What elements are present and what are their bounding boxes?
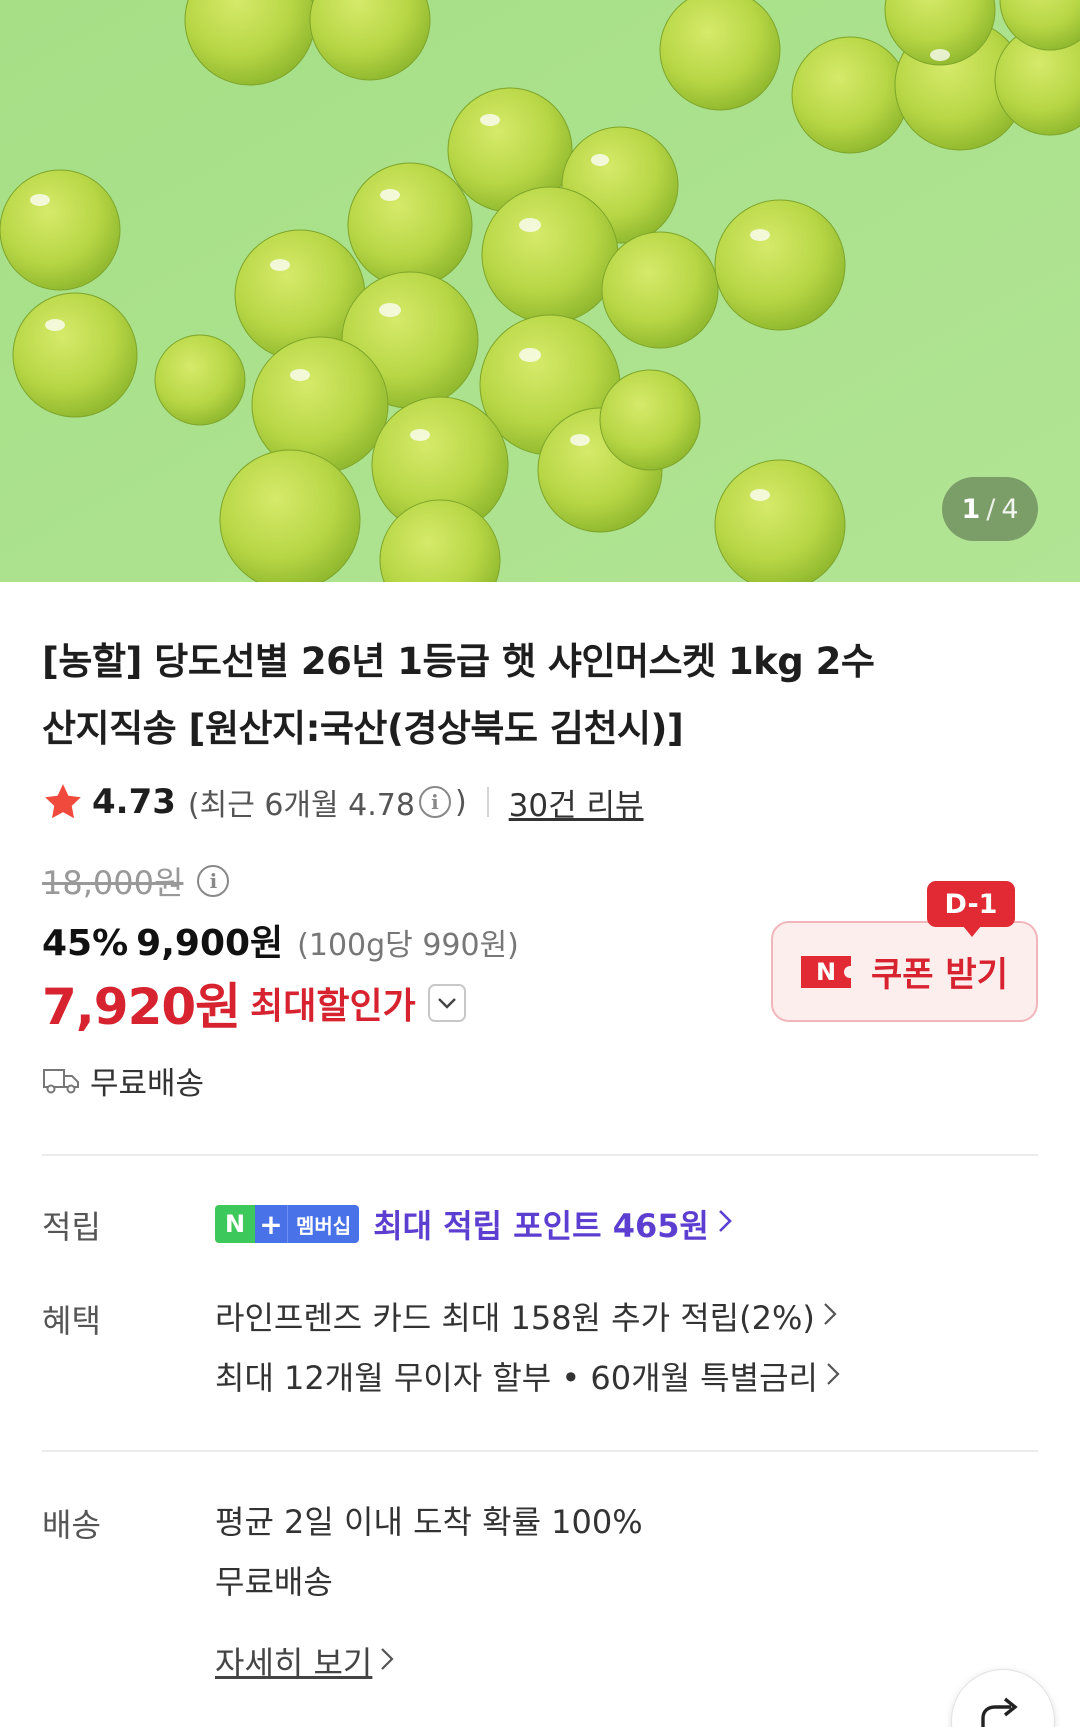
product-title: [농할] 당도선별 26년 1등급 햇 샤인머스켓 1kg 2수 산지직송 [원… [42,628,1002,762]
review-count-link[interactable]: 30건 리뷰 [509,780,644,825]
points-label: 적립 [42,1208,101,1246]
benefit-label: 혜택 [42,1302,101,1340]
original-price: 18,000원 [42,864,184,902]
price-info-icon[interactable]: i [197,865,230,897]
sale-price: 9,900원 [136,923,284,964]
coupon-dday-badge: D-1 [927,881,1015,937]
gallery-total-pages: 4 [1001,493,1019,525]
discount-percent: 45% [42,923,129,964]
product-photo-grapes [0,0,1080,582]
max-discount-label: 최대할인가 [250,986,416,1027]
delivery-estimate: 평균 2일 이내 도착 확률 100% [215,1503,643,1541]
membership-badge-text: 멤버십 [287,1205,360,1243]
gallery-current-page: 1 [961,493,981,525]
recent-rating: (최근 6개월 4.78 i ) [188,780,467,824]
card-benefit-link[interactable]: 라인프렌즈 카드 최대 158원 추가 적립(2%) [215,1286,840,1346]
product-image-gallery[interactable]: 1 / 4 [0,0,1080,582]
benefit-content: 라인프렌즈 카드 최대 158원 추가 적립(2%) 최대 12개월 무이자 할… [215,1286,840,1406]
coupon-label: 쿠폰 받기 [871,955,1008,995]
section-divider [42,1154,1038,1156]
coupon-ticket-icon: N [801,955,853,988]
chevron-right-icon [823,1299,837,1334]
max-discount-row[interactable]: 7,920원 최대할인가 [42,968,466,1038]
max-discount-price: 7,920원 [42,978,241,1036]
original-price-row: 18,000원 i [42,856,233,906]
nplus-membership-badge: N + 멤버십 [215,1205,360,1243]
share-button[interactable] [951,1669,1055,1727]
shipping-content: 평균 2일 이내 도착 확률 100% 무료배송 [215,1490,643,1610]
recent-rating-close: ) [454,784,467,820]
chevron-right-icon [717,1207,733,1242]
free-shipping-row: 무료배송 [42,1056,204,1104]
truck-icon [43,1069,79,1094]
card-benefit-text: 라인프렌즈 카드 최대 158원 추가 적립(2%) [215,1299,815,1337]
shipping-detail-link[interactable]: 자세히 보기 [215,1638,394,1684]
rating-score: 4.73 [92,782,176,822]
coupon-button[interactable]: N 쿠폰 받기 [771,921,1038,1022]
recent-rating-text: (최근 6개월 4.78 [187,788,415,823]
rating-divider [486,787,489,817]
gallery-page-indicator: 1 / 4 [942,477,1038,541]
points-content[interactable]: N + 멤버십 최대 적립 포인트 465원 [215,1202,733,1246]
max-points-text: 최대 적립 포인트 465원 [373,1207,709,1245]
shipping-label: 배송 [42,1506,101,1544]
chevron-right-icon [380,1644,394,1679]
sale-price-row: 45% 9,900원 (100g당 990원) [42,914,519,968]
product-title-line1: [농할] 당도선별 26년 1등급 햇 샤인머스켓 1kg 2수 [42,640,875,683]
chevron-right-icon [826,1359,840,1394]
star-icon [45,784,81,819]
share-icon [981,1697,1018,1727]
shipping-detail-text: 자세히 보기 [215,1644,373,1682]
unit-price: (100g당 990원) [297,928,519,963]
section-divider [42,1450,1038,1452]
plus-icon: + [255,1205,287,1243]
installment-link[interactable]: 최대 12개월 무이자 할부 • 60개월 특별금리 [215,1346,840,1406]
free-shipping-text: 무료배송 [90,1065,205,1102]
gallery-separator: / [986,493,996,525]
installment-text: 최대 12개월 무이자 할부 • 60개월 특별금리 [215,1359,818,1397]
product-title-line2: 산지직송 [원산지:국산(경상북도 김천시)] [42,707,684,750]
shipping-fee: 무료배송 [215,1563,333,1601]
naver-n-icon: N [215,1205,255,1243]
info-icon[interactable]: i [418,786,451,818]
chevron-down-icon[interactable] [427,984,466,1022]
rating-row: 4.73 (최근 6개월 4.78 i ) 30건 리뷰 [42,778,644,826]
